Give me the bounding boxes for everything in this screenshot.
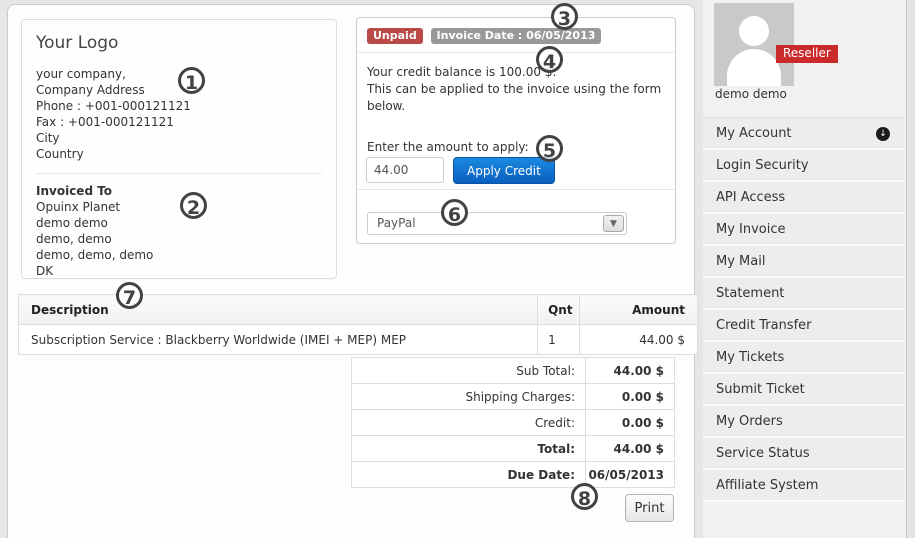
sidebar-item-api-access[interactable]: API Access — [703, 182, 905, 214]
sidebar-item-label: Statement — [716, 286, 784, 301]
company-fax: Fax : +001-000121121 — [36, 114, 322, 130]
chevron-down-icon[interactable]: ▼ — [603, 215, 624, 232]
sidebar-item-affiliate-system[interactable]: Affiliate System — [703, 470, 905, 502]
invoiced-to-heading: Invoiced To — [36, 183, 322, 199]
total-value: 06/05/2013 — [586, 462, 675, 488]
divider — [357, 189, 675, 190]
sidebar-item-my-tickets[interactable]: My Tickets — [703, 342, 905, 374]
sidebar-item-label: Submit Ticket — [716, 382, 805, 397]
header-description: Description — [19, 295, 538, 325]
total-value: 44.00 $ — [586, 358, 675, 384]
total-label: Total: — [352, 436, 586, 462]
apply-credit-button[interactable]: Apply Credit — [453, 157, 555, 184]
header-amount: Amount — [580, 295, 698, 325]
invoice-status-panel: Unpaid Invoice Date : 06/05/2013 Your cr… — [356, 17, 676, 244]
item-description: Subscription Service : Blackberry Worldw… — [19, 325, 538, 355]
invoice-totals-table: Sub Total: 44.00 $ Shipping Charges: 0.0… — [351, 357, 675, 488]
status-badge: Unpaid — [367, 28, 423, 44]
callout-8: 8 — [571, 483, 598, 510]
invoiced-to-line: Opuinx Planet — [36, 199, 322, 215]
sidebar-item-label: Service Status — [716, 446, 810, 461]
total-value: 44.00 $ — [586, 436, 675, 462]
total-value: 0.00 $ — [586, 384, 675, 410]
avatar-person-icon — [727, 49, 781, 86]
divider — [36, 173, 322, 174]
expand-down-icon[interactable]: ↓ — [876, 127, 890, 141]
apply-amount-input[interactable] — [366, 157, 444, 183]
sidebar-item-label: My Account — [716, 126, 792, 141]
total-row-subtotal: Sub Total: 44.00 $ — [352, 358, 675, 384]
invoiced-to-line: demo, demo — [36, 231, 322, 247]
credit-balance-text: Your credit balance is 100.00 $. This ca… — [367, 64, 669, 115]
callout-7: 7 — [116, 282, 143, 309]
sidebar-item-login-security[interactable]: Login Security — [703, 150, 905, 182]
total-row-credit: Credit: 0.00 $ — [352, 410, 675, 436]
sidebar-item-label: My Invoice — [716, 222, 786, 237]
sidebar-item-my-account[interactable]: My Account ↓ — [703, 118, 905, 150]
sidebar-item-my-orders[interactable]: My Orders — [703, 406, 905, 438]
callout-1: 1 — [178, 67, 205, 94]
sidebar-item-service-status[interactable]: Service Status — [703, 438, 905, 470]
payment-method-select[interactable]: PayPal ▼ — [367, 212, 627, 235]
item-qnt: 1 — [538, 325, 580, 355]
sidebar-item-label: My Mail — [716, 254, 765, 269]
sidebar-item-label: My Orders — [716, 414, 783, 429]
table-row: Subscription Service : Blackberry Worldw… — [19, 325, 698, 355]
invoiced-to-line: demo demo — [36, 215, 322, 231]
sidebar-item-label: Credit Transfer — [716, 318, 812, 333]
callout-6: 6 — [441, 199, 468, 226]
total-label: Due Date: — [352, 462, 586, 488]
sidebar-item-label: Affiliate System — [716, 478, 818, 493]
company-city: City — [36, 130, 322, 146]
avatar-person-icon — [739, 16, 769, 46]
sidebar-right-strip — [906, 0, 915, 538]
total-value: 0.00 $ — [586, 410, 675, 436]
sidebar-item-label: My Tickets — [716, 350, 784, 365]
company-logo: Your Logo — [36, 33, 322, 53]
item-amount: 44.00 $ — [580, 325, 698, 355]
sidebar-item-label: Login Security — [716, 158, 809, 173]
header-qnt: Qnt — [538, 295, 580, 325]
reseller-badge: Reseller — [776, 45, 838, 63]
credit-balance-line1: Your credit balance is 100.00 $. — [367, 64, 669, 81]
invoiced-to-line: DK — [36, 263, 322, 279]
print-button[interactable]: Print — [625, 494, 674, 522]
account-sidebar: Reseller demo demo My Account ↓ Login Se… — [703, 0, 915, 538]
sidebar-item-my-invoice[interactable]: My Invoice — [703, 214, 905, 246]
callout-3: 3 — [551, 3, 578, 30]
callout-5: 5 — [536, 135, 563, 162]
credit-balance-line2: This can be applied to the invoice using… — [367, 81, 669, 115]
total-label: Sub Total: — [352, 358, 586, 384]
total-label: Credit: — [352, 410, 586, 436]
total-label: Shipping Charges: — [352, 384, 586, 410]
total-row-total: Total: 44.00 $ — [352, 436, 675, 462]
invoice-date-badge: Invoice Date : 06/05/2013 — [431, 28, 602, 44]
username: demo demo — [715, 87, 787, 101]
sidebar-item-statement[interactable]: Statement — [703, 278, 905, 310]
badge-row: Unpaid Invoice Date : 06/05/2013 — [357, 18, 675, 53]
total-row-shipping: Shipping Charges: 0.00 $ — [352, 384, 675, 410]
sidebar-menu: My Account ↓ Login Security API Access M… — [703, 117, 905, 502]
callout-2: 2 — [180, 192, 207, 219]
payment-method-value: PayPal — [377, 216, 416, 230]
callout-4: 4 — [536, 46, 563, 73]
invoiced-to-line: demo, demo, demo — [36, 247, 322, 263]
apply-amount-label: Enter the amount to apply: — [367, 140, 529, 154]
invoice-page-panel: Your Logo your company, Company Address … — [7, 4, 695, 538]
total-row-due-date: Due Date: 06/05/2013 — [352, 462, 675, 488]
company-info-box: Your Logo your company, Company Address … — [21, 19, 337, 279]
sidebar-item-my-mail[interactable]: My Mail — [703, 246, 905, 278]
sidebar-item-credit-transfer[interactable]: Credit Transfer — [703, 310, 905, 342]
company-phone: Phone : +001-000121121 — [36, 98, 322, 114]
sidebar-item-label: API Access — [716, 190, 785, 205]
sidebar-item-submit-ticket[interactable]: Submit Ticket — [703, 374, 905, 406]
company-country: Country — [36, 146, 322, 162]
